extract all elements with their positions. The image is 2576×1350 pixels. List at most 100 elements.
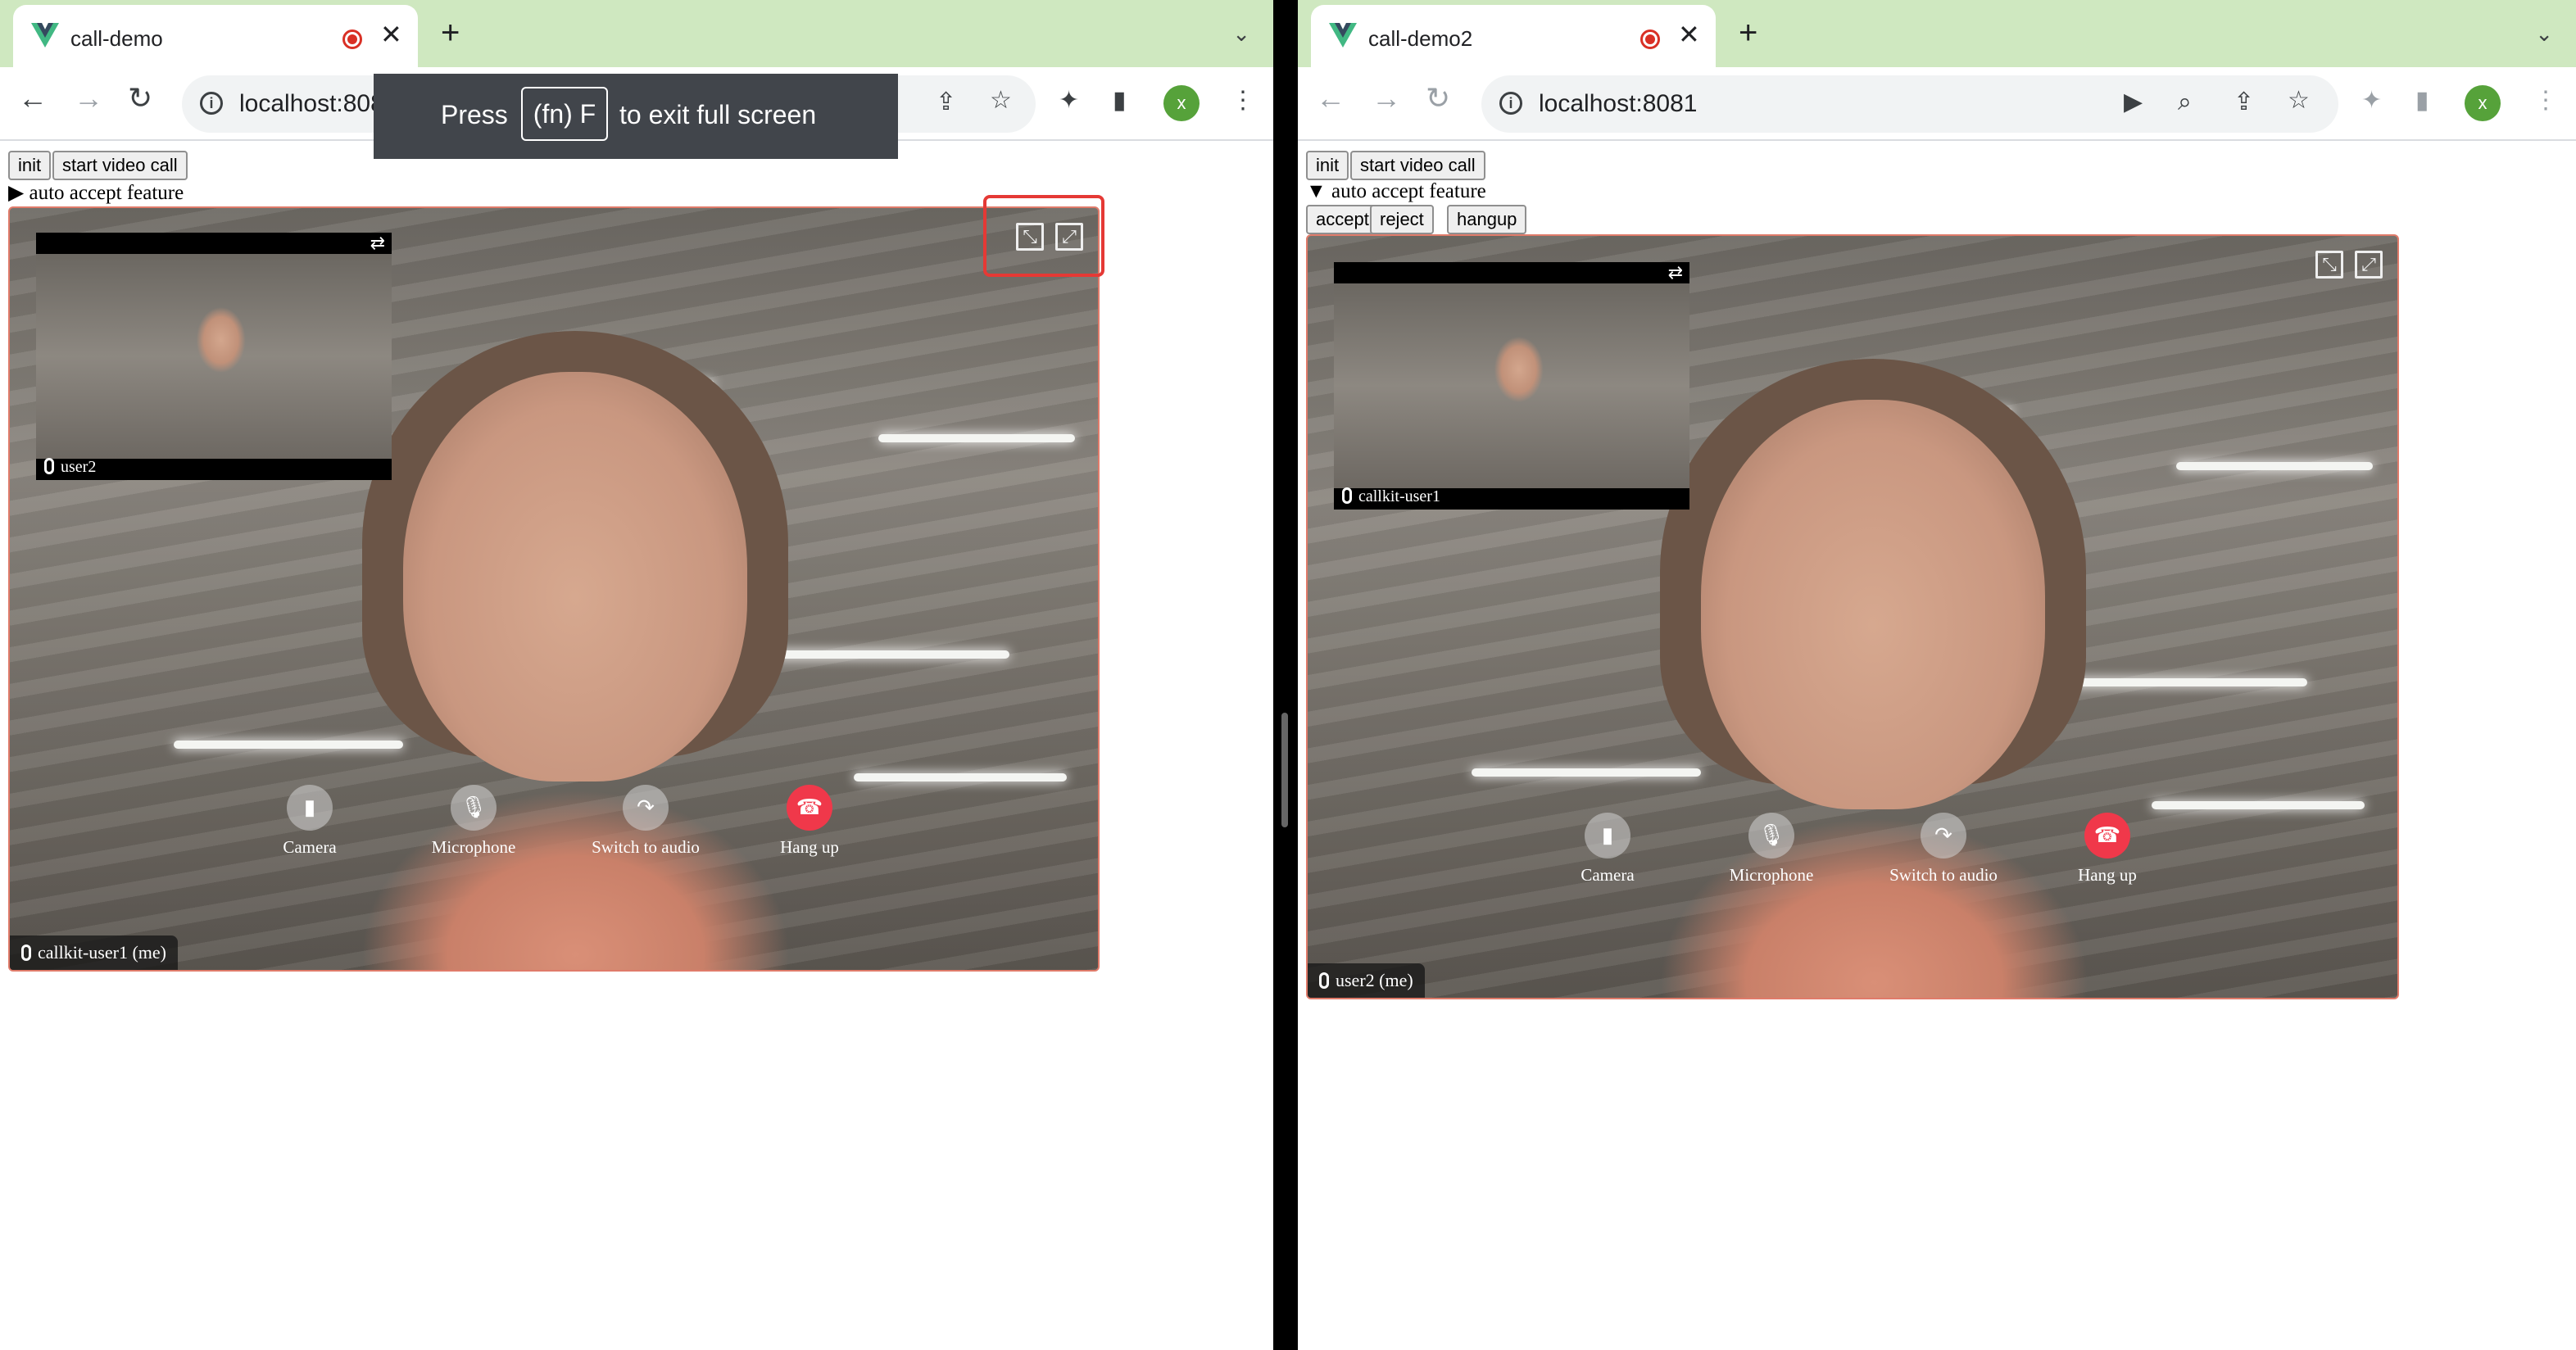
camera-icon: ▮ <box>287 785 333 831</box>
tab-call-demo[interactable]: call-demo ✕ <box>13 5 418 67</box>
fullscreen-controls: ⤡ ⤢ <box>2315 251 2383 279</box>
start-video-call-button[interactable]: start video call <box>1350 151 1485 180</box>
ceiling-light <box>2176 462 2373 470</box>
toast-press: Press <box>441 100 508 129</box>
microphone-icon: 🎙 <box>451 785 497 831</box>
hangup-label: Hang up <box>2078 865 2137 885</box>
extensions-icon[interactable]: ✦ <box>1059 88 1079 113</box>
vue-logo-icon <box>1329 23 1357 48</box>
person-face <box>1701 400 2045 809</box>
share-icon[interactable]: ⇪ <box>936 90 956 115</box>
toast-message: to exit full screen <box>619 100 817 129</box>
bookmark-star-icon[interactable]: ☆ <box>990 88 1012 113</box>
fullscreen-icon[interactable]: ⤢ <box>2355 251 2383 279</box>
site-info-icon[interactable]: i <box>1499 92 1522 115</box>
pip-video[interactable]: ⇄ callkit-user1 <box>1334 262 1689 510</box>
auto-accept-summary[interactable]: ▶ auto accept feature <box>8 180 184 205</box>
ceiling-light <box>2045 678 2307 686</box>
microphone-icon <box>44 458 54 474</box>
ceiling-light <box>747 650 1009 659</box>
zoom-icon[interactable]: ⌕ <box>2178 90 2192 115</box>
toast-key: (fn) F <box>521 87 608 141</box>
browser-window-right: call-demo2 ✕ + ⌄ ← → ↻ i localhost:8081 … <box>1298 0 2576 1350</box>
page-content: init start video call ▼ auto accept feat… <box>1298 143 2576 1350</box>
url-text: localhost:8081 <box>1539 90 1698 117</box>
microphone-control[interactable]: 🎙 Microphone <box>416 785 531 858</box>
tab-strip: call-demo ✕ + ⌄ <box>0 0 1273 67</box>
profile-avatar[interactable]: x <box>2465 85 2501 121</box>
chevron-down-icon[interactable]: ⌄ <box>2535 23 2553 44</box>
pip-video-feed <box>1334 283 1689 488</box>
tab-strip: call-demo2 ✕ + ⌄ <box>1298 0 2576 67</box>
address-bar[interactable]: i localhost:8081 ▶ ⌕ ⇪ ☆ <box>1481 75 2338 133</box>
camera-in-use-icon[interactable]: ▶ <box>2124 90 2143 115</box>
microphone-label: Microphone <box>1729 865 1814 885</box>
forward-icon[interactable]: → <box>1372 84 1401 113</box>
close-tab-icon[interactable]: ✕ <box>1678 21 1700 48</box>
pip-video[interactable]: ⇄ user2 <box>36 233 392 480</box>
side-panel-icon[interactable]: ▮ <box>1113 88 1127 113</box>
microphone-label: Microphone <box>431 837 516 857</box>
recording-icon <box>1640 29 1660 49</box>
bookmark-star-icon[interactable]: ☆ <box>2288 88 2310 113</box>
fullscreen-toast: Press (fn) F to exit full screen <box>374 74 898 159</box>
remote-video: ⤡ ⤢ ⇄ user2 ▮ Camera 🎙 Microphone ↷ Swit… <box>8 206 1100 972</box>
close-tab-icon[interactable]: ✕ <box>380 21 402 48</box>
hangup-phone-icon: ☎ <box>2084 813 2130 858</box>
swap-icon[interactable]: ⇄ <box>1668 262 1683 283</box>
reload-icon[interactable]: ↻ <box>128 84 152 113</box>
ceiling-light <box>854 773 1067 781</box>
switch-audio-icon: ↷ <box>1921 813 1966 858</box>
browser-window-left: call-demo ✕ + ⌄ ← → ↻ i localhost:8080 ⌕… <box>0 0 1273 1350</box>
init-button[interactable]: init <box>1306 151 1349 180</box>
ceiling-light <box>1472 768 1701 777</box>
ceiling-light <box>174 741 403 749</box>
recording-icon <box>342 29 362 49</box>
side-panel-icon[interactable]: ▮ <box>2415 88 2429 113</box>
self-name-badge: callkit-user1 (me) <box>10 935 178 970</box>
exit-fullscreen-icon[interactable]: ⤡ <box>2315 251 2343 279</box>
auto-accept-summary[interactable]: ▼ auto accept feature <box>1306 180 1486 203</box>
accept-button[interactable]: accept <box>1306 205 1379 234</box>
tab-title: call-demo2 <box>1368 26 1473 51</box>
self-name-badge: user2 (me) <box>1308 963 1425 998</box>
init-button[interactable]: init <box>8 151 52 180</box>
extensions-icon[interactable]: ✦ <box>2361 88 2382 113</box>
hangup-label: Hang up <box>780 837 839 857</box>
profile-avatar[interactable]: x <box>1163 85 1200 121</box>
pip-name: callkit-user1 <box>1342 487 1440 506</box>
switch-audio-control[interactable]: ↷ Switch to audio <box>1878 813 2009 886</box>
chevron-down-icon[interactable]: ⌄ <box>1232 23 1250 44</box>
new-tab-icon[interactable]: + <box>441 16 460 49</box>
menu-kebab-icon[interactable]: ⋮ <box>1231 88 1255 113</box>
swap-icon[interactable]: ⇄ <box>370 233 385 254</box>
camera-icon: ▮ <box>1585 813 1630 858</box>
hangup-button[interactable]: hangup <box>1447 205 1527 234</box>
start-video-call-button[interactable]: start video call <box>52 151 188 180</box>
tab-call-demo2[interactable]: call-demo2 ✕ <box>1311 5 1716 67</box>
pip-video-feed <box>36 254 392 459</box>
microphone-control[interactable]: 🎙 Microphone <box>1714 813 1829 886</box>
microphone-icon <box>1319 972 1329 989</box>
forward-icon[interactable]: → <box>74 84 103 113</box>
menu-kebab-icon[interactable]: ⋮ <box>2533 88 2558 113</box>
split-divider-handle[interactable] <box>1281 713 1288 827</box>
camera-control[interactable]: ▮ Camera <box>1550 813 1665 886</box>
reject-button[interactable]: reject <box>1370 205 1434 234</box>
hangup-control[interactable]: ☎ Hang up <box>2050 813 2165 886</box>
new-tab-icon[interactable]: + <box>1739 16 1757 49</box>
switch-audio-control[interactable]: ↷ Switch to audio <box>580 785 711 858</box>
toolbar: ← → ↻ i localhost:8081 ▶ ⌕ ⇪ ☆ ✦ ▮ x ⋮ <box>1298 67 2576 141</box>
microphone-icon <box>21 945 31 961</box>
back-icon[interactable]: ← <box>18 84 48 113</box>
person-face <box>403 372 747 781</box>
back-icon[interactable]: ← <box>1316 84 1345 113</box>
microphone-icon <box>1342 487 1352 504</box>
reload-icon[interactable]: ↻ <box>1426 84 1450 113</box>
site-info-icon[interactable]: i <box>200 92 223 115</box>
camera-control[interactable]: ▮ Camera <box>252 785 367 858</box>
share-icon[interactable]: ⇪ <box>2234 90 2254 115</box>
remote-video: ⤡ ⤢ ⇄ callkit-user1 ▮ Camera 🎙 Microphon… <box>1306 234 2399 999</box>
hangup-control[interactable]: ☎ Hang up <box>752 785 867 858</box>
switch-audio-label: Switch to audio <box>1889 865 1998 885</box>
